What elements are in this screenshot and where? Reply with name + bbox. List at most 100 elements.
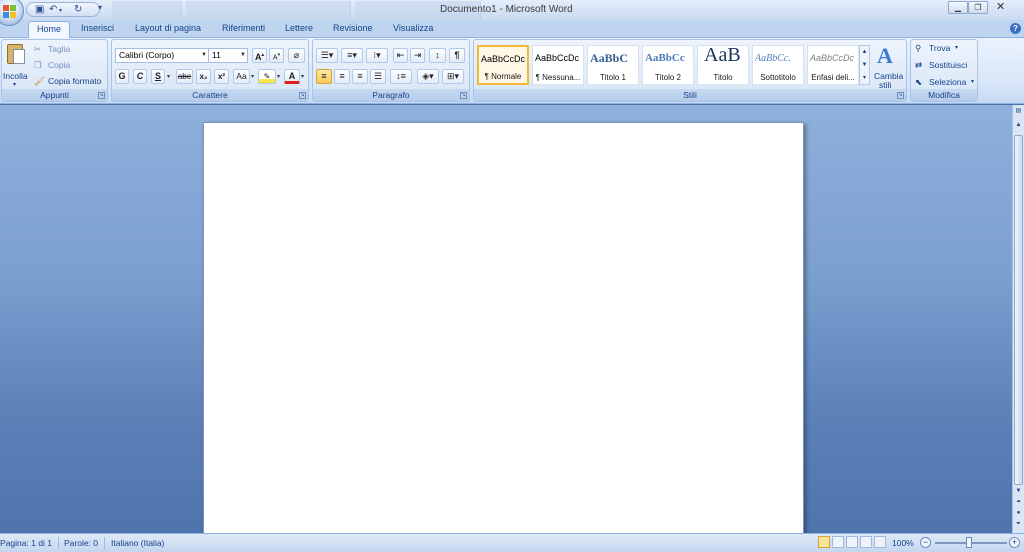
tab-mailings[interactable]: Lettere xyxy=(285,23,313,33)
tab-home[interactable]: Home xyxy=(28,21,71,39)
scroll-thumb[interactable] xyxy=(1014,135,1023,485)
full-screen-reading-view-icon[interactable] xyxy=(832,536,844,548)
page-count[interactable]: Pagina: 1 di 1 xyxy=(0,538,52,548)
style-subtitle[interactable]: AaBbCc. Sottotitolo xyxy=(752,45,804,85)
bold-button[interactable]: G xyxy=(115,69,129,84)
quick-access-toolbar: ▣ ↶ ▾ ↻ xyxy=(26,2,100,17)
zoom-slider-thumb[interactable] xyxy=(966,537,972,548)
style-heading-2[interactable]: AaBbCc Titolo 2 xyxy=(642,45,694,85)
close-button[interactable]: ✕ xyxy=(996,0,1005,13)
subscript-button[interactable]: x₂ xyxy=(196,69,211,84)
align-left-button[interactable]: ≡ xyxy=(316,69,332,84)
outline-view-icon[interactable] xyxy=(860,536,872,548)
decrease-indent-button[interactable]: ⇤ xyxy=(393,48,408,63)
browse-object-icon[interactable]: ● xyxy=(1014,509,1023,518)
ruler-toggle-icon[interactable]: ▤ xyxy=(1014,107,1023,116)
vertical-scrollbar[interactable]: ▤ ▲ ▼ ⏶ ● ⏷ xyxy=(1012,105,1024,533)
style-subtle-emphasis[interactable]: AaBbCcDc Enfasi deli... xyxy=(807,45,859,85)
chevron-up-icon[interactable]: ▲ xyxy=(860,46,869,59)
grow-font-button[interactable]: A▴ xyxy=(252,48,267,63)
redo-icon[interactable]: ↻ xyxy=(74,4,82,15)
change-styles-button[interactable]: A Cambia stili xyxy=(872,42,906,90)
shrink-font-button[interactable]: A▾ xyxy=(269,48,284,63)
styles-launcher-icon[interactable]: ↘ xyxy=(897,92,904,99)
style-sample: AaBbCc. xyxy=(755,53,791,64)
paste-button[interactable]: Incolla ▾ xyxy=(3,42,30,89)
minimize-button[interactable]: ▁ xyxy=(948,1,968,14)
document-page[interactable] xyxy=(203,122,804,534)
undo-dropdown-icon[interactable]: ▾ xyxy=(59,7,62,14)
style-title[interactable]: AaB Titolo xyxy=(697,44,749,85)
bullets-button[interactable]: ☰▾ xyxy=(316,48,338,63)
zoom-level[interactable]: 100% xyxy=(892,538,914,548)
tab-insert[interactable]: Inserisci xyxy=(81,23,114,33)
strikethrough-button[interactable]: abe xyxy=(176,69,193,84)
chevron-down-icon[interactable]: ▼ xyxy=(1014,487,1023,496)
draft-view-icon[interactable] xyxy=(874,536,886,548)
font-size-value: 11 xyxy=(212,50,221,60)
show-marks-button[interactable]: ¶ xyxy=(449,48,465,63)
chevron-up-icon[interactable]: ▲ xyxy=(1014,121,1023,130)
sort-button[interactable]: ↕ xyxy=(429,48,446,63)
line-spacing-button[interactable]: ↕≡ xyxy=(390,69,412,84)
tab-page-layout[interactable]: Layout di pagina xyxy=(135,23,201,33)
font-launcher-icon[interactable]: ↘ xyxy=(299,92,306,99)
underline-button[interactable]: S xyxy=(151,69,165,84)
font-size-combo[interactable]: 11 ▼ xyxy=(208,48,248,63)
font-name-combo[interactable]: Calibri (Corpo) ▼ xyxy=(115,48,209,63)
format-painter-button[interactable]: 🖌 Copia formato xyxy=(34,76,108,88)
clear-formatting-button[interactable]: ⌀ xyxy=(288,48,305,63)
style-heading-1[interactable]: AaBbC Titolo 1 xyxy=(587,45,639,85)
styles-caption: Stili xyxy=(474,89,906,101)
clipboard-launcher-icon[interactable]: ↘ xyxy=(98,92,105,99)
justify-button[interactable]: ☰ xyxy=(370,69,386,84)
web-layout-view-icon[interactable] xyxy=(846,536,858,548)
paragraph-launcher-icon[interactable]: ↘ xyxy=(460,92,467,99)
underline-dropdown-icon[interactable]: ▾ xyxy=(167,73,170,80)
shading-button[interactable]: ◈▾ xyxy=(417,69,439,84)
customize-qat-icon[interactable]: ▾ xyxy=(98,3,102,12)
bullets-icon: ☰▾ xyxy=(320,50,334,60)
highlight-dropdown-icon[interactable]: ▾ xyxy=(277,73,280,80)
select-button[interactable]: ⬉ Seleziona ▾ xyxy=(915,77,977,89)
paste-label: Incolla xyxy=(3,71,28,81)
font-color-dropdown-icon[interactable]: ▾ xyxy=(301,73,304,80)
numbering-button[interactable]: ≡▾ xyxy=(341,48,363,63)
align-center-button[interactable]: ≡ xyxy=(334,69,350,84)
increase-indent-button[interactable]: ⇥ xyxy=(410,48,425,63)
print-layout-view-icon[interactable] xyxy=(818,536,830,548)
replace-button[interactable]: ⇄ Sostituisci xyxy=(915,60,977,72)
undo-icon[interactable]: ↶ xyxy=(49,4,57,15)
styles-scroller[interactable]: ▲ ▼ ▾ xyxy=(859,45,870,85)
align-right-button[interactable]: ≡ xyxy=(352,69,368,84)
italic-button[interactable]: C xyxy=(133,69,147,84)
multilevel-list-button[interactable]: ⁝▾ xyxy=(366,48,388,63)
superscript-button[interactable]: x² xyxy=(214,69,229,84)
style-name: ¶ Nessuna... xyxy=(535,73,581,82)
help-icon[interactable]: ? xyxy=(1010,23,1021,34)
font-color-button[interactable]: A xyxy=(284,69,300,84)
zoom-out-button[interactable]: − xyxy=(920,537,931,548)
style-no-spacing[interactable]: AaBbCcDc ¶ Nessuna... xyxy=(532,45,584,85)
restore-button[interactable]: ❐ xyxy=(968,1,988,14)
previous-page-icon[interactable]: ⏶ xyxy=(1014,498,1023,507)
style-normal[interactable]: AaBbCcDc ¶ Normale xyxy=(477,45,529,85)
style-name: Enfasi deli... xyxy=(811,73,855,82)
next-page-icon[interactable]: ⏷ xyxy=(1014,520,1023,529)
tab-review[interactable]: Revisione xyxy=(333,23,373,33)
language-indicator[interactable]: Italiano (Italia) xyxy=(111,538,164,548)
more-styles-icon[interactable]: ▾ xyxy=(860,72,869,84)
copy-button[interactable]: ❐ Copia xyxy=(34,60,94,72)
cut-button[interactable]: ✂ Taglia xyxy=(34,44,94,56)
save-icon[interactable]: ▣ xyxy=(35,4,44,15)
borders-button[interactable]: ⊞▾ xyxy=(442,69,464,84)
change-case-dropdown-icon[interactable]: ▾ xyxy=(251,73,254,80)
change-case-button[interactable]: Aa xyxy=(233,69,250,84)
word-count[interactable]: Parole: 0 xyxy=(64,538,98,548)
zoom-in-button[interactable]: + xyxy=(1009,537,1020,548)
tab-references[interactable]: Riferimenti xyxy=(222,23,265,33)
tab-view[interactable]: Visualizza xyxy=(393,23,433,33)
highlight-button[interactable]: ✎ xyxy=(258,69,276,84)
find-button[interactable]: ⚲ Trova ▾ xyxy=(915,43,975,55)
chevron-down-icon[interactable]: ▼ xyxy=(860,59,869,72)
